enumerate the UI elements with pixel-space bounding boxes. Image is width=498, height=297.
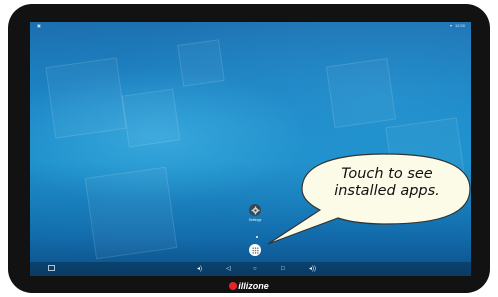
callout-line-1: Touch to see bbox=[341, 166, 433, 182]
callout-text: Touch to see installed apps. bbox=[322, 166, 452, 200]
callout-bubble bbox=[267, 153, 471, 245]
callout-line-2: installed apps. bbox=[334, 183, 440, 199]
